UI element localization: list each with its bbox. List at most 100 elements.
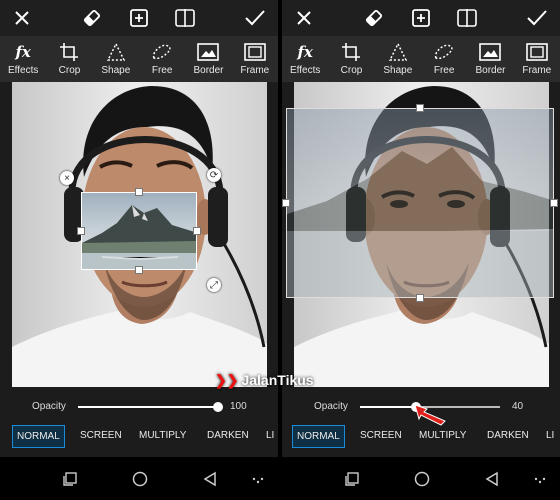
blend-mode-darken[interactable]: DARKEN — [487, 430, 529, 441]
rotate-sticker-icon[interactable]: ⟳ — [207, 168, 221, 182]
opacity-slider[interactable] — [78, 402, 223, 412]
recent-apps-icon[interactable] — [342, 469, 362, 489]
chevron-logo-icon: ❯❯ — [215, 372, 239, 388]
back-icon[interactable] — [482, 469, 502, 489]
home-icon[interactable] — [412, 469, 432, 489]
tool-label: Free — [151, 65, 173, 76]
border-icon — [197, 42, 220, 62]
landscape-sticker[interactable] — [81, 192, 197, 270]
tool-border[interactable]: Border — [185, 36, 231, 82]
red-pointer-arrow-icon — [414, 404, 446, 426]
tool-effects[interactable]: fx Effects — [0, 36, 46, 82]
landscape-overlay[interactable] — [286, 108, 554, 298]
fx-icon: fx — [15, 43, 31, 61]
resize-handle-top[interactable] — [135, 188, 143, 196]
compare-icon[interactable] — [173, 6, 197, 30]
close-icon[interactable] — [10, 6, 34, 30]
blend-mode-strip: NORMAL SCREEN MULTIPLY DARKEN LI — [0, 419, 278, 457]
add-photo-icon[interactable] — [127, 6, 151, 30]
opacity-slider-thumb[interactable] — [213, 402, 223, 412]
tool-label: Crop — [58, 65, 81, 76]
tool-label: Border — [475, 65, 506, 76]
tool-strip: fx Effects Crop Shape Free Border Frame — [0, 36, 278, 82]
shape-icon — [387, 42, 409, 62]
scale-sticker-icon[interactable]: ⤢ — [207, 278, 221, 292]
resize-handle-top[interactable] — [416, 104, 424, 112]
back-icon[interactable] — [200, 469, 220, 489]
blend-mode-lighten[interactable]: LI — [266, 430, 274, 441]
eraser-icon[interactable] — [362, 6, 386, 30]
tool-label: Frame — [522, 65, 552, 76]
eraser-icon[interactable] — [80, 6, 104, 30]
blend-mode-screen[interactable]: SCREEN — [360, 430, 402, 441]
shape-icon — [105, 42, 127, 62]
tool-label: Shape — [383, 65, 413, 76]
more-dots-icon[interactable] — [248, 469, 268, 489]
frame-icon — [525, 42, 548, 62]
frame-icon — [243, 42, 266, 62]
resize-handle-left[interactable] — [77, 227, 85, 235]
opacity-label: Opacity — [32, 401, 66, 412]
tool-label: Effects — [7, 65, 39, 76]
tool-frame[interactable]: Frame — [514, 36, 560, 82]
blend-mode-darken[interactable]: DARKEN — [207, 430, 249, 441]
blend-mode-lighten[interactable]: LI — [546, 430, 554, 441]
opacity-slider-fill — [78, 406, 218, 408]
tool-frame[interactable]: Frame — [232, 36, 278, 82]
editor-canvas[interactable] — [282, 82, 560, 395]
more-dots-icon[interactable] — [530, 469, 550, 489]
watermark-prefix: Jalan — [241, 372, 278, 388]
tool-shape[interactable]: Shape — [375, 36, 421, 82]
tool-label: Effects — [289, 65, 321, 76]
delete-sticker-icon[interactable]: × — [60, 171, 74, 185]
close-icon[interactable] — [292, 6, 316, 30]
resize-handle-bottom[interactable] — [416, 294, 424, 302]
blend-mode-multiply[interactable]: MULTIPLY — [419, 430, 466, 441]
tool-border[interactable]: Border — [467, 36, 513, 82]
top-bar — [0, 0, 278, 36]
tool-label: Shape — [101, 65, 131, 76]
tool-label: Free — [433, 65, 455, 76]
resize-handle-right[interactable] — [193, 227, 201, 235]
tool-free[interactable]: Free — [421, 36, 467, 82]
opacity-value: 40 — [512, 401, 524, 412]
free-icon — [151, 42, 173, 62]
opacity-label: Opacity — [314, 401, 348, 412]
blend-mode-screen[interactable]: SCREEN — [80, 430, 122, 441]
resize-handle-right[interactable] — [550, 199, 558, 207]
crop-icon — [58, 42, 80, 62]
editor-panel-left: fx Effects Crop Shape Free Border Frame — [0, 0, 278, 500]
tool-free[interactable]: Free — [139, 36, 185, 82]
tool-label: Frame — [240, 65, 270, 76]
tool-effects[interactable]: fx Effects — [282, 36, 328, 82]
resize-handle-left[interactable] — [282, 199, 290, 207]
border-icon — [479, 42, 502, 62]
home-icon[interactable] — [130, 469, 150, 489]
fx-icon: fx — [297, 43, 313, 61]
apply-check-icon[interactable] — [243, 6, 267, 30]
editor-canvas[interactable]: × ⟳ ⤢ — [0, 82, 278, 395]
recent-apps-icon[interactable] — [60, 469, 80, 489]
watermark-suffix: Tikus — [277, 372, 314, 388]
blend-mode-multiply[interactable]: MULTIPLY — [139, 430, 186, 441]
blend-mode-normal[interactable]: NORMAL — [12, 425, 65, 448]
android-nav-bar — [0, 457, 278, 500]
compare-icon[interactable] — [455, 6, 479, 30]
tool-shape[interactable]: Shape — [93, 36, 139, 82]
tool-label: Crop — [340, 65, 363, 76]
crop-icon — [340, 42, 362, 62]
opacity-slider-fill — [360, 406, 416, 408]
tool-crop[interactable]: Crop — [328, 36, 374, 82]
apply-check-icon[interactable] — [525, 6, 549, 30]
blend-mode-normal[interactable]: NORMAL — [292, 425, 345, 448]
add-photo-icon[interactable] — [409, 6, 433, 30]
tool-crop[interactable]: Crop — [46, 36, 92, 82]
tool-label: Border — [193, 65, 224, 76]
watermark-logo: ❯❯ JalanTikus — [215, 372, 314, 389]
android-nav-bar — [282, 457, 560, 500]
resize-handle-bottom[interactable] — [135, 266, 143, 274]
top-bar — [282, 0, 560, 36]
opacity-value: 100 — [230, 401, 247, 412]
opacity-row: Opacity 100 — [0, 395, 278, 419]
free-icon — [433, 42, 455, 62]
